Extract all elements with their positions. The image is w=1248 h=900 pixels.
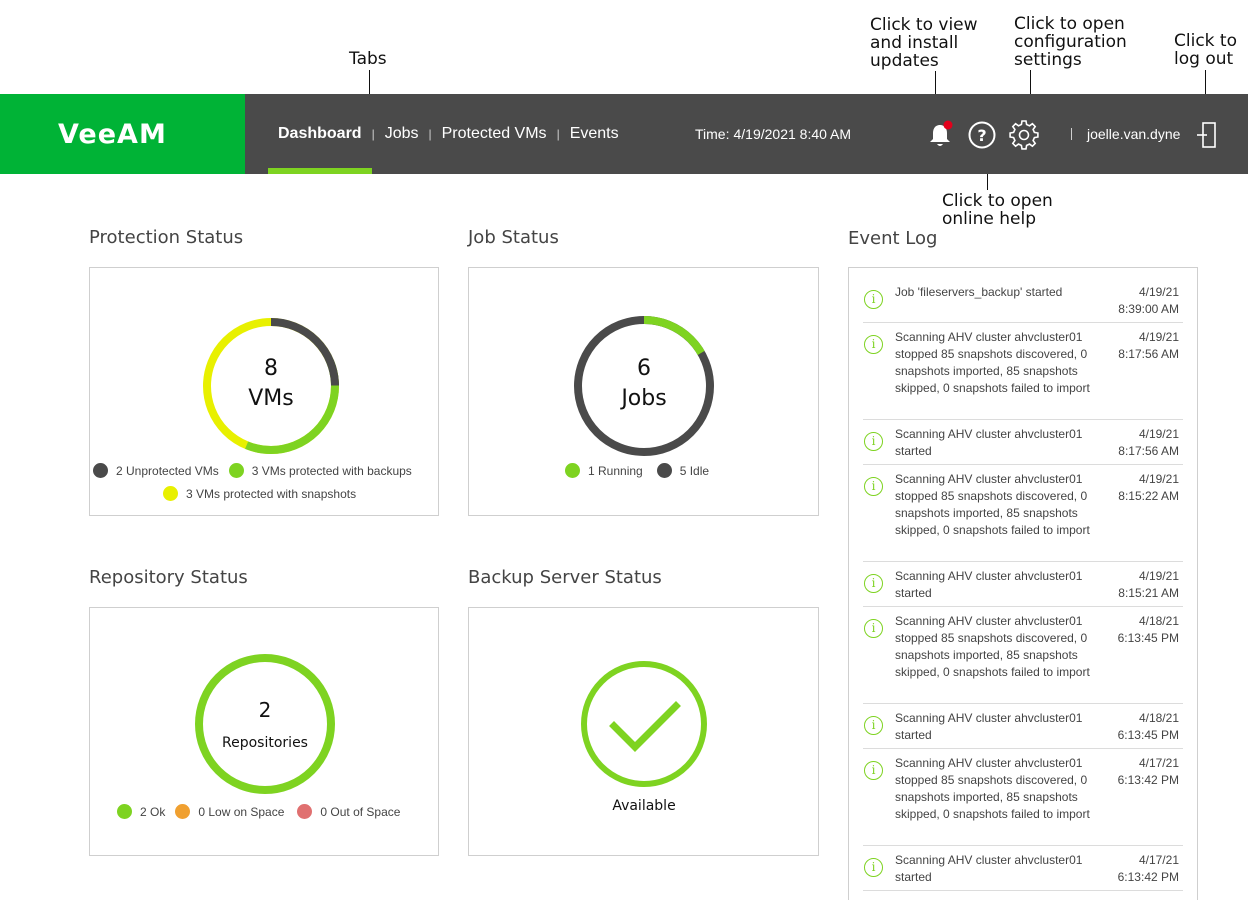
server-time: Time: 4/19/2021 8:40 AM [695,94,851,174]
protection-legend: 2 Unprotected VMs 3 VMs protected with b… [93,463,422,478]
tab-jobs[interactable]: Jobs [375,94,429,174]
time-value: 4/19/2021 8:40 AM [733,126,852,142]
legend-item: 2 Unprotected VMs [93,463,219,478]
svg-text:?: ? [977,126,986,145]
info-icon: i [864,290,883,309]
protection-status-card: 8 VMs 2 Unprotected VMs 3 VMs protected … [89,267,439,516]
repository-status-card: 2 Repositories 2 Ok 0 Low on Space 0 Out… [89,607,439,856]
svg-text:VeeAM: VeeAM [58,119,167,149]
annotation-tabs: Tabs [349,49,387,69]
legend-item: 0 Low on Space [175,804,284,819]
legend-item: 2 Ok [117,804,165,819]
job-legend: 1 Running 5 Idle [565,463,719,478]
job-center-label: Jobs [621,386,667,411]
event-timestamp: 4/19/21 8:17:56 AM [1118,427,1179,458]
time-label: Time: [695,126,730,142]
event-log-panel[interactable]: i Job 'fileservers_backup' started 4/19/… [848,267,1198,900]
annotation-logout: Click to log out [1174,31,1237,69]
event-row: i Scanning AHV cluster ahvcluster01 star… [863,420,1183,465]
repository-center-value: 2 [258,698,272,722]
veeam-logo-icon: VeeAM [58,119,167,149]
event-message: Scanning AHV cluster ahvcluster01 starte… [895,711,1083,742]
gear-icon [1009,120,1039,150]
event-timestamp: 4/19/21 8:17:56 AM [1118,330,1179,361]
logout-button[interactable] [1191,119,1223,151]
job-status-card: 6 Jobs 1 Running 5 Idle [468,267,819,516]
top-bar: VeeAM Dashboard | Jobs | Protected VMs |… [0,94,1248,174]
event-message: Scanning AHV cluster ahvcluster01 stoppe… [895,330,1090,395]
bell-icon [930,120,953,146]
tab-bar: Dashboard | Jobs | Protected VMs | Event… [268,94,629,174]
info-icon: i [864,574,883,593]
help-icon: ? [968,121,996,149]
event-message: Scanning AHV cluster ahvcluster01 stoppe… [895,614,1090,679]
protection-legend-row2: 3 VMs protected with snapshots [163,486,366,501]
tab-events[interactable]: Events [560,94,629,174]
info-icon: i [864,335,883,354]
notifications-button[interactable] [924,119,956,151]
annotation-config: Click to open configuration settings [1014,14,1127,70]
event-message: Scanning AHV cluster ahvcluster01 stoppe… [895,756,1090,821]
backup-server-status-value: Available [612,798,676,814]
info-icon: i [864,761,883,780]
help-button[interactable]: ? [966,119,998,151]
repository-center-label: Repositories [222,735,308,751]
info-icon: i [864,858,883,877]
logo[interactable]: VeeAM [0,94,245,174]
donut-segment-ok [195,654,335,794]
info-icon: i [864,619,883,638]
event-row: i Scanning AHV cluster ahvcluster01 star… [863,562,1183,607]
tab-dashboard[interactable]: Dashboard [268,94,372,174]
event-row: i Scanning AHV cluster ahvcluster01 stop… [863,749,1183,846]
repository-legend: 2 Ok 0 Low on Space 0 Out of Space [117,804,410,819]
info-icon: i [864,477,883,496]
tab-protected-vms[interactable]: Protected VMs [432,94,557,174]
event-message: Scanning AHV cluster ahvcluster01 stoppe… [895,472,1090,537]
settings-button[interactable] [1008,119,1040,151]
event-row: i Scanning AHV cluster ahvcluster01 star… [863,704,1183,749]
backup-server-status-card: Available [468,607,819,856]
protection-center-label: VMs [248,386,294,411]
annotation-updates: Click to view and install updates [870,15,978,71]
backup-server-status-title: Backup Server Status [468,567,662,588]
annotation-help: Click to open online help [942,191,1053,229]
event-message: Scanning AHV cluster ahvcluster01 starte… [895,853,1083,884]
event-row: i Scanning AHV cluster ahvcluster01 star… [863,846,1183,891]
event-message: Scanning AHV cluster ahvcluster01 starte… [895,427,1083,458]
legend-item: 1 Running [565,463,643,478]
legend-item: 3 VMs protected with backups [228,463,412,478]
event-message: Job 'fileservers_backup' started [895,285,1063,299]
info-icon: i [864,716,883,735]
protection-status-title: Protection Status [89,227,244,248]
event-row: i Scanning AHV cluster ahvcluster01 stop… [863,323,1183,420]
event-timestamp: 4/19/21 8:15:22 AM [1118,472,1179,503]
event-timestamp: 4/18/21 6:13:45 PM [1117,614,1179,645]
user-separator [1071,128,1072,140]
legend-item: 0 Out of Space [297,804,400,819]
event-timestamp: 4/17/21 6:13:42 PM [1117,853,1179,884]
event-timestamp: 4/17/21 6:13:42 PM [1117,756,1179,787]
repository-status-title: Repository Status [89,567,248,588]
event-row: i Job 'fileservers_backup' started 4/19/… [863,278,1183,323]
legend-item: 3 VMs protected with snapshots [163,486,356,501]
repository-status-donut [195,654,335,794]
event-timestamp: 4/19/21 8:15:21 AM [1118,569,1179,600]
protection-center-value: 8 [264,356,278,381]
legend-item: 5 Idle [656,463,709,478]
notification-dot [943,120,953,130]
event-timestamp: 4/18/21 6:13:45 PM [1117,711,1179,742]
event-row: i Scanning AHV cluster ahvcluster01 stop… [863,607,1183,704]
info-icon: i [864,432,883,451]
event-row: i Scanning AHV cluster ahvcluster01 stop… [863,465,1183,562]
job-center-value: 6 [637,356,651,381]
logout-icon [1197,122,1216,148]
event-message: Scanning AHV cluster ahvcluster01 starte… [895,569,1083,600]
username: joelle.van.dyne [1087,126,1181,142]
job-status-title: Job Status [468,227,559,248]
available-check-icon [581,661,707,787]
event-log-title: Event Log [848,228,938,249]
event-timestamp: 4/19/21 8:39:00 AM [1118,285,1179,316]
